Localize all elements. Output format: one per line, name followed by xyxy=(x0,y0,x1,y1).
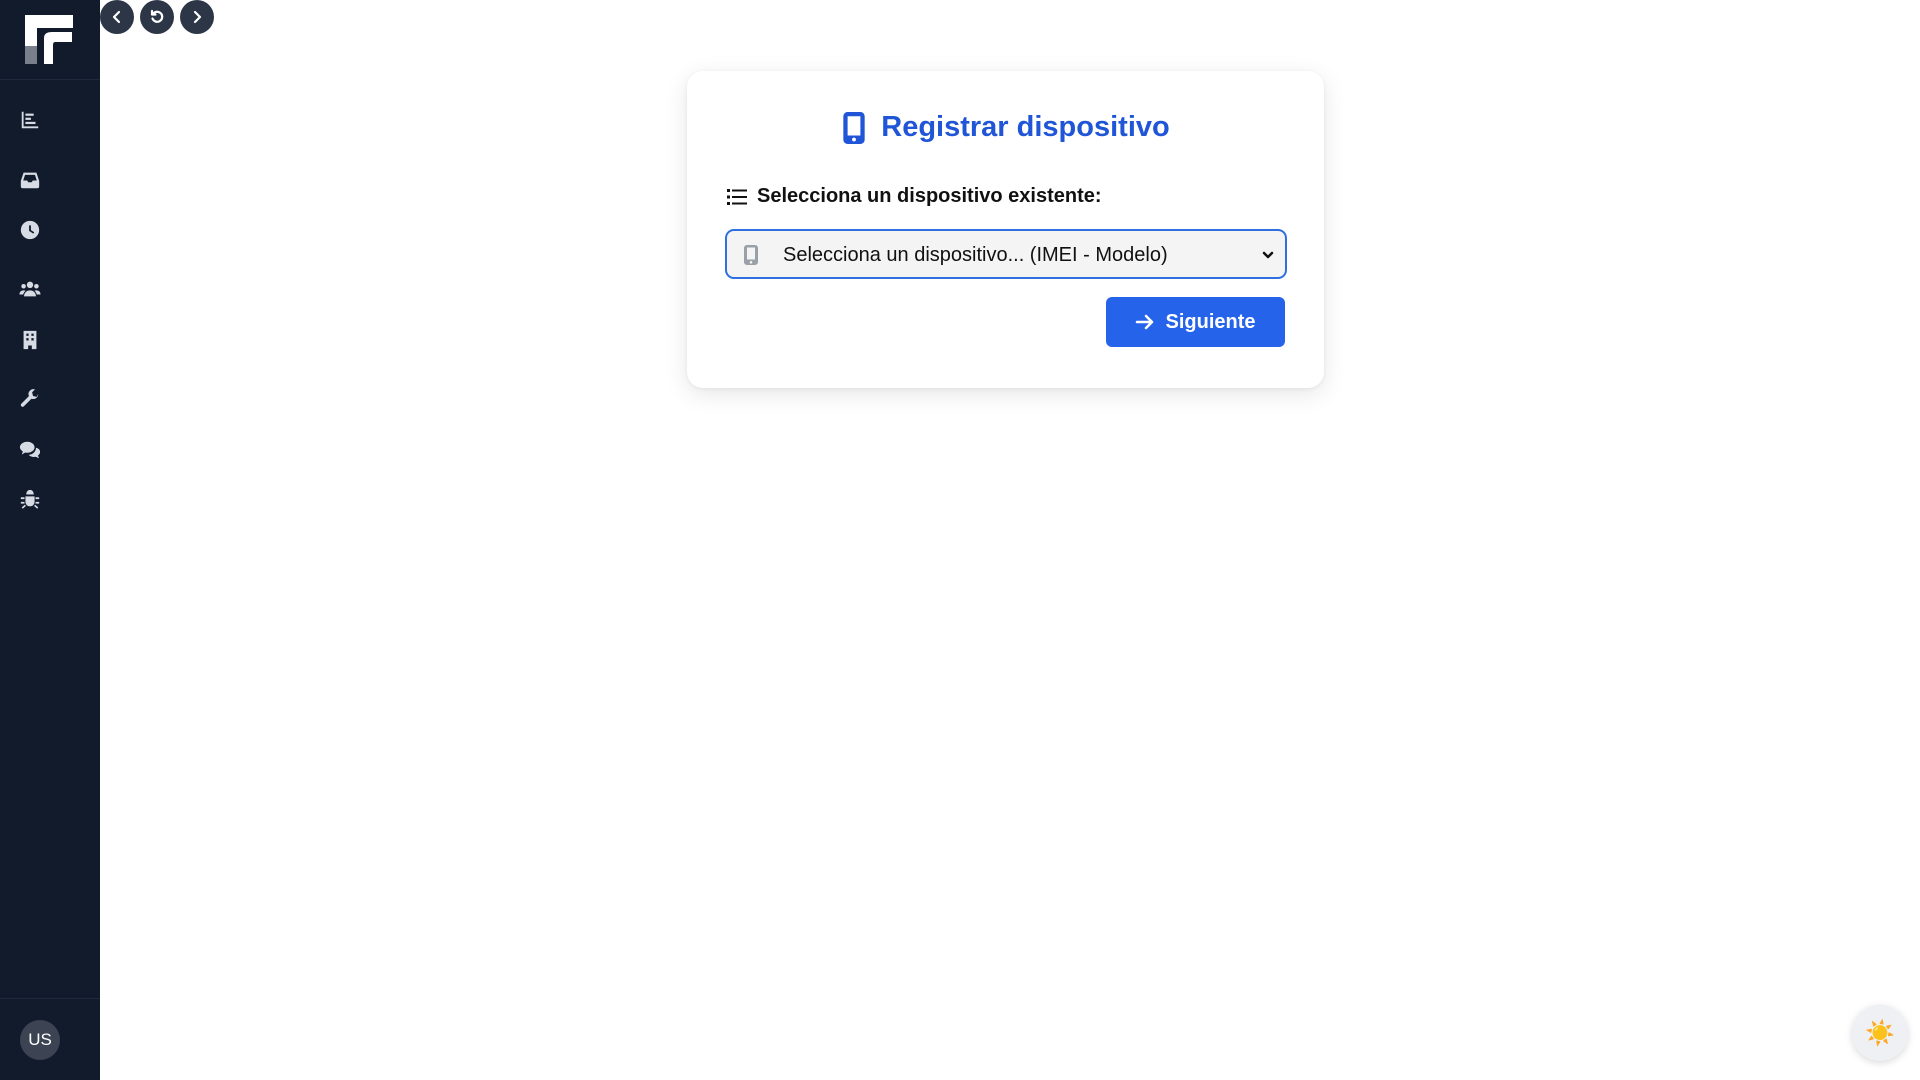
sidebar-item-bugs[interactable] xyxy=(17,487,43,513)
forward-button[interactable] xyxy=(180,0,214,34)
sidebar-item-users[interactable] xyxy=(17,276,43,302)
app-logo[interactable] xyxy=(22,12,78,68)
card-title-text: Registrar dispositivo xyxy=(881,111,1170,143)
sun-icon: ☀️ xyxy=(1865,1019,1895,1047)
reload-button[interactable] xyxy=(140,0,174,34)
sidebar-item-dashboard[interactable] xyxy=(17,107,43,133)
next-button[interactable]: Siguiente xyxy=(1106,297,1285,347)
device-select-label: Selecciona un dispositivo existente: xyxy=(727,185,1102,208)
bug-icon xyxy=(20,489,40,509)
chevron-right-icon xyxy=(193,10,202,24)
back-button[interactable] xyxy=(100,0,134,34)
chevron-left-icon xyxy=(112,10,121,24)
device-select-label-text: Selecciona un dispositivo existente: xyxy=(757,185,1102,207)
wrench-icon xyxy=(20,389,39,407)
device-select-value: Selecciona un dispositivo... (IMEI - Mod… xyxy=(783,244,1168,266)
card-title: Registrar dispositivo xyxy=(687,111,1324,144)
sidebar-item-tools[interactable] xyxy=(17,386,43,412)
sidebar-item-buildings[interactable] xyxy=(17,327,43,353)
clock-icon xyxy=(20,220,40,240)
sidebar-item-history[interactable] xyxy=(17,217,43,243)
reload-icon xyxy=(150,9,164,23)
comments-icon xyxy=(19,441,41,459)
users-icon xyxy=(19,281,41,297)
inbox-icon xyxy=(20,172,40,189)
building-icon xyxy=(23,330,37,350)
chevron-down-icon xyxy=(1261,248,1275,262)
sidebar: US xyxy=(0,0,100,1080)
sidebar-item-inbox[interactable] xyxy=(17,167,43,193)
chart-bar-icon xyxy=(21,111,39,129)
device-select[interactable]: Selecciona un dispositivo... (IMEI - Mod… xyxy=(725,229,1287,279)
logo-divider xyxy=(0,79,100,80)
mobile-icon xyxy=(843,111,865,144)
list-icon xyxy=(727,188,747,205)
register-device-card: Registrar dispositivo Selecciona un disp… xyxy=(687,71,1324,388)
theme-toggle-button[interactable]: ☀️ xyxy=(1852,1005,1908,1061)
arrow-right-icon xyxy=(1136,314,1154,330)
bottom-divider xyxy=(0,998,100,999)
next-button-label: Siguiente xyxy=(1165,310,1256,333)
phone-icon xyxy=(744,245,758,265)
avatar[interactable]: US xyxy=(20,1020,60,1060)
sidebar-item-messages[interactable] xyxy=(17,437,43,463)
